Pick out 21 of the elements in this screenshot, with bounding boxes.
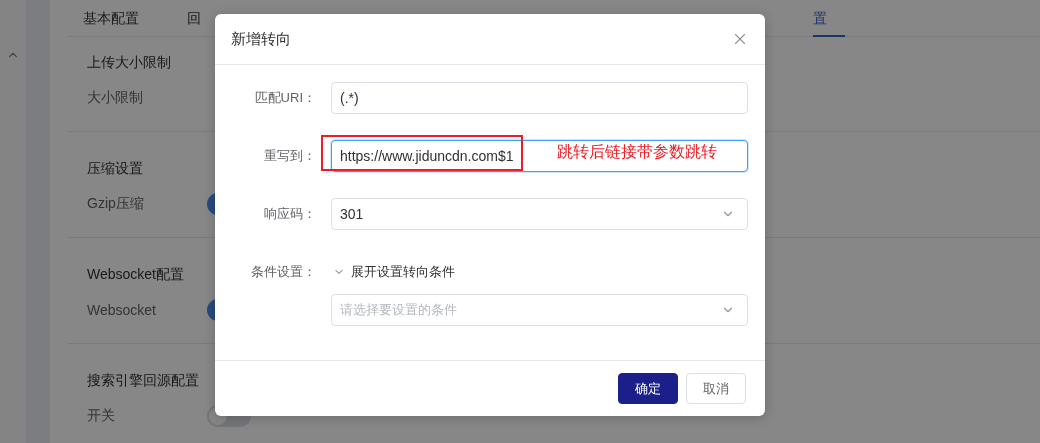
section-title: 上传大小限制 bbox=[87, 53, 171, 72]
section-title: 搜索引擎回源配置 bbox=[87, 371, 199, 390]
field-label: 重写到： bbox=[263, 147, 316, 165]
setting-label: Gzip压缩 bbox=[87, 195, 145, 213]
setting-label: 开关 bbox=[87, 407, 116, 425]
field-label: 匹配URI： bbox=[253, 89, 316, 107]
confirm-button[interactable]: 确定 bbox=[618, 373, 678, 404]
cancel-button[interactable]: 取消 bbox=[686, 373, 746, 404]
expand-toggle[interactable]: 展开设置转向条件 bbox=[331, 256, 748, 288]
setting-label: 大小限制 bbox=[87, 89, 144, 107]
section-title: Websocket配置 bbox=[87, 265, 184, 284]
annotation-text: 跳转后链接带参数跳转 bbox=[557, 142, 717, 162]
section-title: 压缩设置 bbox=[87, 159, 143, 178]
select-field[interactable]: 301 bbox=[331, 198, 748, 230]
input-field[interactable]: (.*) bbox=[331, 82, 748, 114]
tab[interactable]: 回 bbox=[187, 10, 201, 26]
field-label: 条件设置： bbox=[250, 263, 316, 281]
tab[interactable]: 基本配置 bbox=[83, 10, 139, 26]
field-label: 响应码： bbox=[263, 205, 316, 223]
dialog-title: 新增转向 bbox=[231, 29, 291, 49]
setting-label: Websocket bbox=[87, 302, 157, 318]
